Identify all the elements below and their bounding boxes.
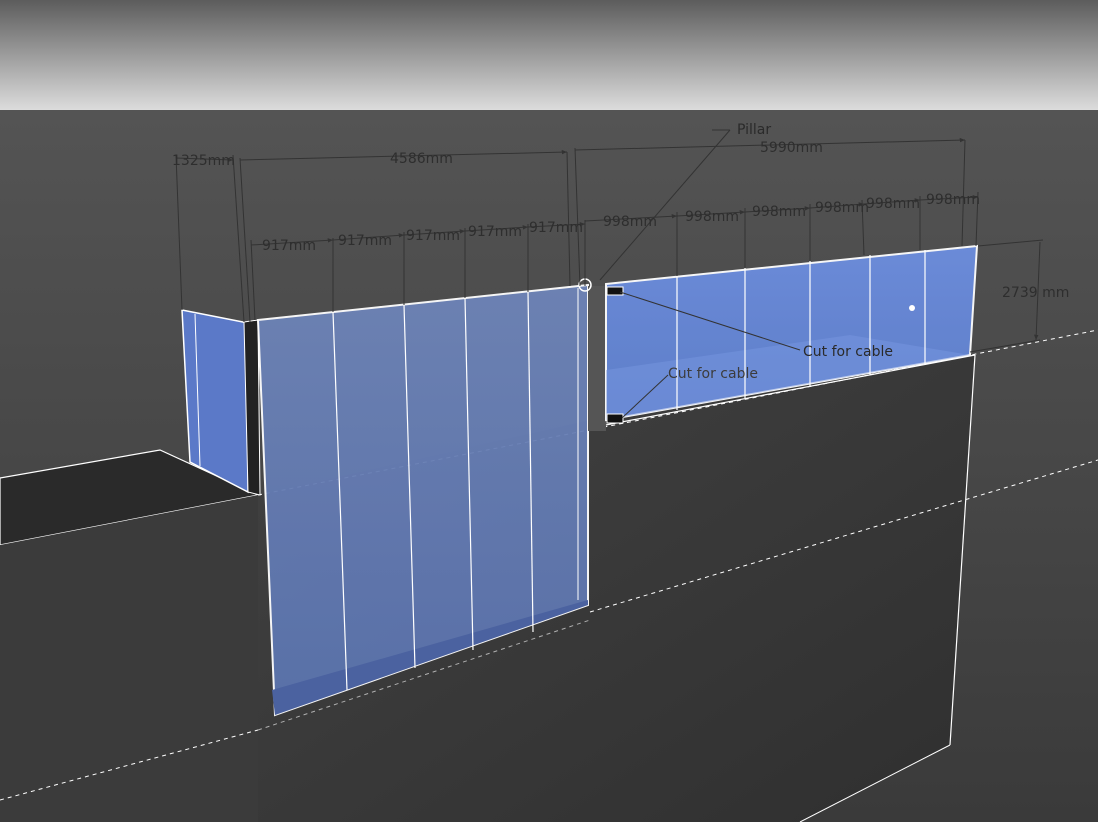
dim-rear-panel-6: 998mm xyxy=(926,192,980,208)
label-cut-for-cable-top: Cut for cable xyxy=(803,344,893,360)
label-cut-for-cable-bottom: Cut for cable xyxy=(668,366,758,382)
dim-height: 2739 mm xyxy=(1002,285,1069,301)
dim-rear-panel-3: 998mm xyxy=(752,204,806,220)
dim-front-panel-2: 917mm xyxy=(338,233,392,249)
dim-front-panel-1: 917mm xyxy=(262,238,316,254)
scene-canvas[interactable]: 1325mm 4586mm 5990mm 917mm 917mm 917mm 9… xyxy=(0,0,1098,822)
label-pillar: Pillar xyxy=(737,122,771,138)
dim-front-panel-3: 917mm xyxy=(406,228,460,244)
cable-cut-bottom[interactable] xyxy=(606,413,624,424)
dim-rear-panel-2: 998mm xyxy=(685,209,739,225)
left-slab-front xyxy=(0,495,258,822)
dim-rear-panel-1: 998mm xyxy=(603,214,657,230)
sky-background xyxy=(0,0,1098,110)
rear-glass-marker xyxy=(909,305,915,311)
dim-front-panel-5: 917mm xyxy=(529,220,583,236)
cable-cut-top[interactable] xyxy=(606,286,624,296)
dim-front-panel-4: 917mm xyxy=(468,224,522,240)
dim-rear-panel-4: 998mm xyxy=(815,200,869,216)
3d-viewport[interactable]: 1325mm 4586mm 5990mm 917mm 917mm 917mm 9… xyxy=(0,0,1098,822)
dim-left-return: 1325mm xyxy=(172,153,235,169)
dim-rear-total: 5990mm xyxy=(760,140,823,156)
dim-front-total: 4586mm xyxy=(390,151,453,167)
pillar[interactable] xyxy=(588,286,606,431)
dim-rear-panel-5: 998mm xyxy=(866,196,920,212)
